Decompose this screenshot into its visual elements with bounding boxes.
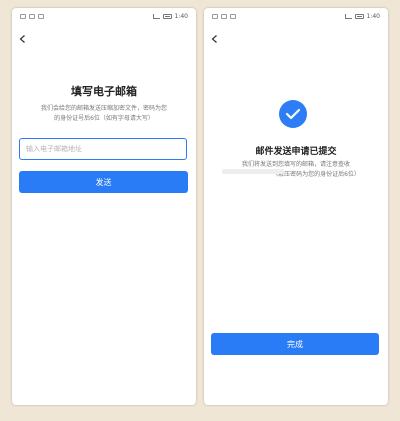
- back-arrow-icon[interactable]: [18, 34, 30, 46]
- send-button[interactable]: 发送: [19, 171, 188, 193]
- notification-icon: [230, 14, 236, 19]
- success-title: 邮件发送申请已提交: [255, 147, 337, 157]
- status-bar: 1:40: [12, 8, 196, 26]
- status-icons-right: 1:40: [152, 13, 188, 20]
- status-icons-right: 1:40: [344, 13, 380, 20]
- battery-icon: [162, 14, 172, 19]
- success-check-icon: [279, 100, 307, 128]
- email-input[interactable]: [19, 138, 187, 160]
- redacted-email: [222, 169, 284, 174]
- status-time: 1:40: [366, 13, 380, 20]
- signal-icon: [152, 14, 160, 19]
- email-entry-screen: 1:40 填写电子邮箱 我们会给您的邮箱发送压缩加密文件，密码为您 的身份证号后…: [12, 8, 196, 405]
- notification-icon: [20, 14, 26, 19]
- battery-icon: [354, 14, 364, 19]
- status-time: 1:40: [174, 13, 188, 20]
- done-button[interactable]: 完成: [211, 333, 379, 355]
- notification-icon: [221, 14, 227, 19]
- description-line-1: 我们会给您的邮箱发送压缩加密文件，密码为您: [40, 105, 167, 112]
- notification-icon: [38, 14, 44, 19]
- description-line-2: 的身份证号后6位（如有字母请大写）: [54, 115, 154, 122]
- back-arrow-icon[interactable]: [210, 34, 222, 46]
- submission-success-screen: 1:40 邮件发送申请已提交 我们将发送到您填写的邮箱，请注意查收 （解压密码为…: [204, 8, 388, 405]
- status-icons-left: [212, 14, 236, 19]
- signal-icon: [344, 14, 352, 19]
- notification-icon: [212, 14, 218, 19]
- notification-icon: [29, 14, 35, 19]
- status-icons-left: [20, 14, 44, 19]
- status-bar: 1:40: [204, 8, 388, 26]
- page-title: 填写电子邮箱: [71, 85, 137, 98]
